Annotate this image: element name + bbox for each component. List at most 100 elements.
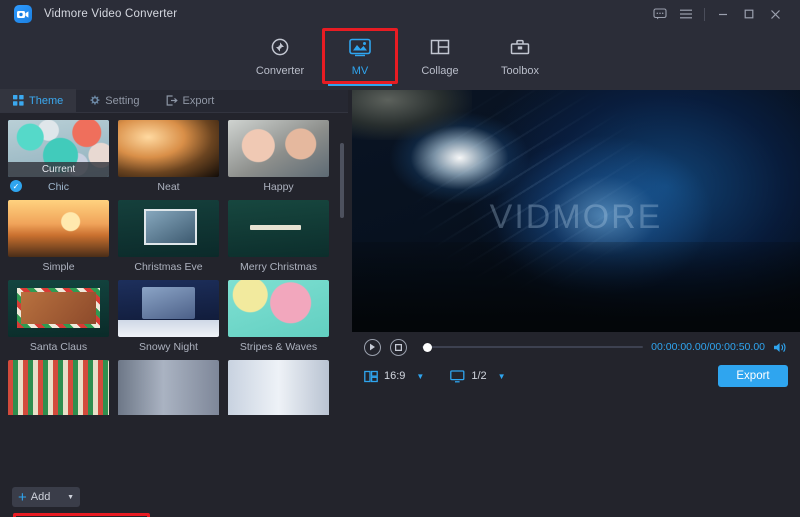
tab-setting[interactable]: Setting	[76, 89, 152, 112]
theme-row: Santa Claus Snowy Night Stripes & Waves	[8, 280, 344, 353]
nav-item-collage[interactable]: Collage	[400, 28, 480, 86]
dropzone-highlight-box	[13, 513, 150, 517]
volume-icon	[773, 341, 788, 354]
play-icon	[369, 343, 376, 351]
theme-card-snowy-night[interactable]: Snowy Night	[118, 280, 219, 353]
theme-card-christmas-eve[interactable]: Christmas Eve	[118, 200, 219, 273]
theme-name: Snowy Night	[118, 341, 219, 353]
theme-card-partial[interactable]	[228, 360, 329, 415]
theme-thumbnail	[8, 280, 109, 337]
theme-thumbnail	[228, 200, 329, 257]
theme-grid[interactable]: Current ✓ Chic Neat Happy Simple	[0, 113, 348, 415]
divider	[704, 8, 705, 21]
app-title: Vidmore Video Converter	[44, 8, 177, 20]
player-bar: 00:00:00.00/00:00:50.00 16:9 ▼ 1/2 ▼ Exp…	[352, 332, 800, 394]
video-preview[interactable]: VIDMORE	[352, 90, 800, 332]
current-badge: Current	[8, 162, 109, 177]
window-controls	[647, 0, 800, 28]
theme-card-merry-christmas[interactable]: Merry Christmas	[228, 200, 329, 273]
theme-thumbnail	[118, 360, 219, 415]
theme-thumbnail	[8, 200, 109, 257]
theme-row: Current ✓ Chic Neat Happy	[8, 120, 344, 193]
grid-icon	[13, 95, 24, 106]
add-button-label: Add	[31, 491, 51, 503]
nav-item-converter[interactable]: Converter	[240, 28, 320, 86]
theme-art	[118, 280, 219, 337]
tab-label-setting: Setting	[105, 95, 139, 107]
theme-card-chic[interactable]: Current ✓ Chic	[8, 120, 109, 193]
theme-art	[228, 120, 329, 177]
theme-name: Happy	[228, 181, 329, 193]
close-icon[interactable]	[762, 0, 788, 28]
tab-export[interactable]: Export	[153, 89, 228, 112]
app-logo-icon	[14, 5, 32, 23]
cave-rock	[352, 90, 472, 140]
preview-watermark: VIDMORE	[352, 198, 800, 237]
tab-label-theme: Theme	[29, 95, 63, 107]
nav-label-toolbox: Toolbox	[501, 65, 539, 77]
theme-thumbnail	[118, 120, 219, 177]
nav-label-collage: Collage	[421, 65, 458, 77]
theme-card-neat[interactable]: Neat	[118, 120, 219, 193]
theme-card-santa-claus[interactable]: Santa Claus	[8, 280, 109, 353]
chevron-down-icon[interactable]: ▼	[67, 494, 74, 501]
left-panel: Theme Setting Export Current ✓ Chic	[0, 90, 348, 517]
theme-name: Merry Christmas	[228, 261, 329, 273]
tab-label-export: Export	[183, 95, 215, 107]
player-transport-row: 00:00:00.00/00:00:50.00	[352, 332, 800, 362]
theme-art	[118, 360, 219, 415]
theme-art	[228, 200, 329, 257]
theme-card-happy[interactable]: Happy	[228, 120, 329, 193]
plus-icon: +	[18, 490, 27, 505]
theme-art	[8, 280, 109, 337]
theme-name: Christmas Eve	[118, 261, 219, 273]
progress-slider[interactable]	[422, 340, 643, 354]
add-button[interactable]: + Add ▼	[12, 487, 80, 507]
preview-vignette	[352, 242, 800, 332]
theme-thumbnail	[228, 280, 329, 337]
nav-label-mv: MV	[352, 65, 369, 77]
theme-name: Neat	[118, 181, 219, 193]
volume-button[interactable]	[773, 341, 788, 354]
theme-art	[8, 360, 109, 415]
aspect-ratio-control[interactable]: 16:9 ▼	[364, 370, 424, 383]
theme-art	[228, 280, 329, 337]
screen-split-control[interactable]: 1/2 ▼	[450, 370, 505, 383]
theme-scrollbar[interactable]	[340, 143, 344, 218]
theme-card-partial[interactable]	[8, 360, 109, 415]
hamburger-menu-icon[interactable]	[673, 0, 699, 28]
export-button[interactable]: Export	[718, 365, 788, 387]
maximize-icon[interactable]	[736, 0, 762, 28]
chevron-down-icon[interactable]: ▼	[416, 372, 424, 381]
theme-art	[8, 200, 109, 257]
nav-item-mv[interactable]: MV	[320, 28, 400, 86]
theme-row-partial	[8, 360, 344, 415]
aspect-ratio-icon	[364, 370, 378, 383]
mv-icon	[348, 34, 372, 60]
theme-name: Santa Claus	[8, 341, 109, 353]
nav-item-toolbox[interactable]: Toolbox	[480, 28, 560, 86]
feedback-icon[interactable]	[647, 0, 673, 28]
stop-button[interactable]	[390, 339, 407, 356]
selected-check-icon: ✓	[10, 180, 22, 192]
nav-label-converter: Converter	[256, 65, 304, 77]
tab-theme[interactable]: Theme	[0, 89, 76, 112]
theme-name: Chic	[8, 181, 109, 193]
theme-card-partial[interactable]	[118, 360, 219, 415]
theme-art	[228, 360, 329, 415]
theme-art	[118, 200, 219, 257]
player-options-row: 16:9 ▼ 1/2 ▼ Export	[352, 362, 800, 390]
theme-name: Simple	[8, 261, 109, 273]
theme-thumbnail	[228, 120, 329, 177]
chevron-down-icon[interactable]: ▼	[498, 372, 506, 381]
top-navigation: Converter MV Collage Toolbox	[0, 28, 800, 90]
theme-card-simple[interactable]: Simple	[8, 200, 109, 273]
theme-card-stripes-waves[interactable]: Stripes & Waves	[228, 280, 329, 353]
screen-split-value: 1/2	[471, 370, 486, 382]
collage-icon	[429, 34, 451, 60]
timecode-display: 00:00:00.00/00:00:50.00	[651, 341, 765, 353]
play-button[interactable]	[364, 339, 381, 356]
theme-name: Stripes & Waves	[228, 341, 329, 353]
minimize-icon[interactable]	[710, 0, 736, 28]
slider-knob[interactable]	[423, 343, 432, 352]
